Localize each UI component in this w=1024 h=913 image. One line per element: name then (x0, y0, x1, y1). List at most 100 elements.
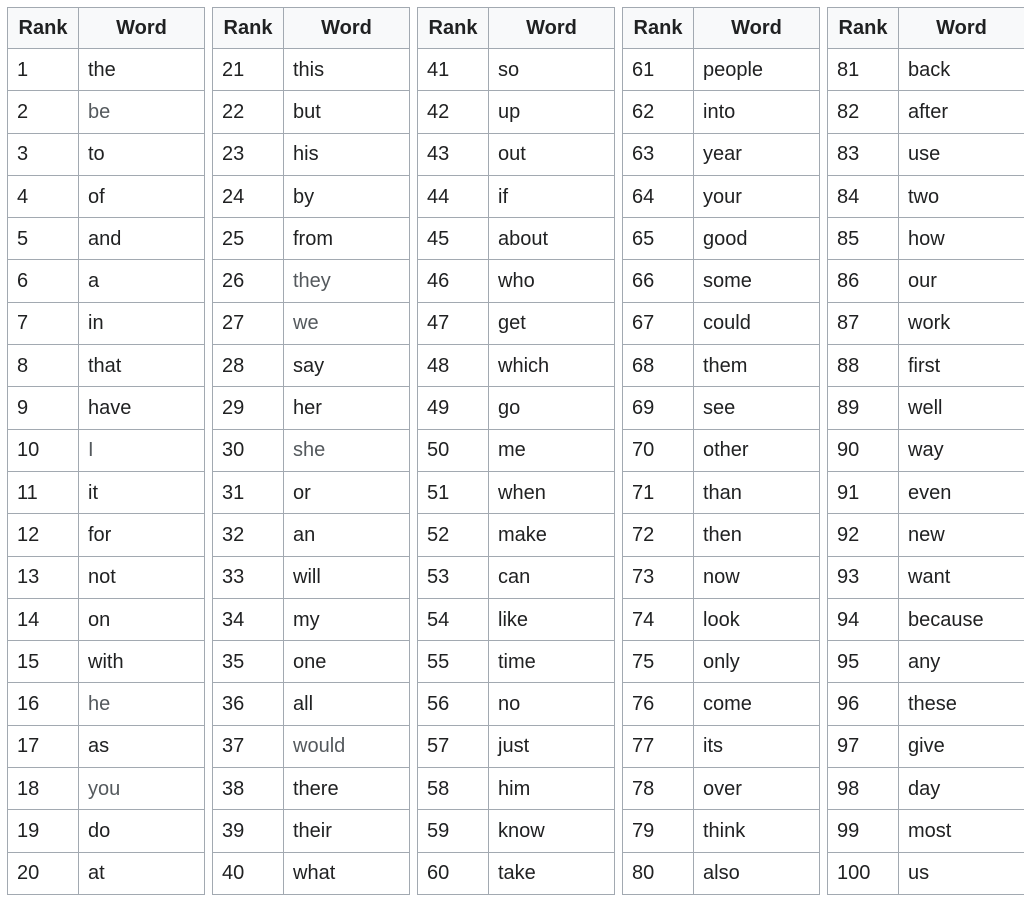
rank-cell: 53 (417, 555, 489, 599)
word-cell: of (78, 174, 205, 219)
rank-cell: 15 (7, 640, 79, 684)
word-cell: after (898, 90, 1024, 134)
table-row: 48 which (417, 344, 615, 388)
rank-cell: 91 (827, 470, 899, 515)
word-link[interactable]: she (283, 428, 410, 472)
word-cell: day (898, 767, 1024, 811)
table-row: 33 will (212, 555, 410, 599)
rank-cell: 84 (827, 174, 899, 219)
rank-cell: 99 (827, 809, 899, 853)
word-link[interactable]: he (78, 682, 205, 726)
table-row: 54 like (417, 597, 615, 642)
table-row: 17 as (7, 724, 205, 769)
table-row: 44 if (417, 174, 615, 219)
rank-cell: 26 (212, 259, 284, 303)
table-row: 26 they (212, 259, 410, 303)
table-row: 27 we (212, 301, 410, 346)
rank-cell: 44 (417, 174, 489, 219)
table-row: 88 first (827, 344, 1024, 388)
rank-cell: 48 (417, 344, 489, 388)
rank-cell: 46 (417, 259, 489, 303)
table-row: 62 into (622, 90, 820, 134)
word-cell: your (693, 174, 820, 219)
rank-cell: 87 (827, 301, 899, 346)
word-cell: want (898, 555, 1024, 599)
table-row: 95 any (827, 640, 1024, 684)
table-row: 57 just (417, 724, 615, 769)
rank-cell: 31 (212, 470, 284, 515)
rank-cell: 59 (417, 809, 489, 853)
word-cell: than (693, 470, 820, 515)
table-row: 32 an (212, 513, 410, 557)
rank-cell: 19 (7, 809, 79, 853)
table-row: 53 can (417, 555, 615, 599)
table-row: 30 she (212, 428, 410, 472)
word-link[interactable]: we (283, 301, 410, 346)
word-cell: do (78, 809, 205, 853)
table-row: 11 it (7, 470, 205, 515)
word-cell: most (898, 809, 1024, 853)
rank-cell: 47 (417, 301, 489, 346)
word-column-header: Word (283, 7, 410, 49)
rank-cell: 86 (827, 259, 899, 303)
word-cell: take (488, 851, 615, 895)
word-cell: out (488, 132, 615, 176)
table-row: 87 work (827, 301, 1024, 346)
rank-cell: 74 (622, 597, 694, 642)
word-cell: get (488, 301, 615, 346)
word-cell: think (693, 809, 820, 853)
rank-cell: 55 (417, 640, 489, 684)
word-column-header: Word (693, 7, 820, 49)
table-row: 52 make (417, 513, 615, 557)
rank-cell: 51 (417, 470, 489, 515)
table-row: 9 have (7, 386, 205, 430)
rank-cell: 64 (622, 174, 694, 219)
word-cell: when (488, 470, 615, 515)
table-row: 43 out (417, 132, 615, 176)
table-row: 38 there (212, 767, 410, 811)
rank-cell: 42 (417, 90, 489, 134)
rank-cell: 41 (417, 47, 489, 92)
word-cell: with (78, 640, 205, 684)
rank-cell: 82 (827, 90, 899, 134)
table-row: 20 at (7, 851, 205, 895)
word-cell: year (693, 132, 820, 176)
word-link[interactable]: they (283, 259, 410, 303)
rank-cell: 69 (622, 386, 694, 430)
table-row: 74 look (622, 597, 820, 642)
rank-cell: 90 (827, 428, 899, 472)
rank-cell: 88 (827, 344, 899, 388)
table-row: 65 good (622, 217, 820, 261)
table-row: 2 be (7, 90, 205, 134)
rank-cell: 3 (7, 132, 79, 176)
word-rank-table-5: Rank Word 81 back 82 after 83 use 84 two 85 how 86… (827, 7, 1024, 895)
word-link[interactable]: I (78, 428, 205, 472)
rank-cell: 10 (7, 428, 79, 472)
word-cell: a (78, 259, 205, 303)
word-cell: go (488, 386, 615, 430)
table-row: 85 how (827, 217, 1024, 261)
table-row: 18 you (7, 767, 205, 811)
rank-cell: 7 (7, 301, 79, 346)
rank-cell: 11 (7, 470, 79, 515)
word-link[interactable]: would (283, 724, 410, 769)
word-cell: over (693, 767, 820, 811)
word-cell: his (283, 132, 410, 176)
rank-cell: 9 (7, 386, 79, 430)
rank-cell: 45 (417, 217, 489, 261)
table-row: 50 me (417, 428, 615, 472)
table-row: 39 their (212, 809, 410, 853)
word-cell: or (283, 470, 410, 515)
word-link[interactable]: be (78, 90, 205, 134)
rank-cell: 56 (417, 682, 489, 726)
table-row: 28 say (212, 344, 410, 388)
table-row: 83 use (827, 132, 1024, 176)
word-cell: well (898, 386, 1024, 430)
table-row: 5 and (7, 217, 205, 261)
table-row: 49 go (417, 386, 615, 430)
table-row: 78 over (622, 767, 820, 811)
rank-cell: 30 (212, 428, 284, 472)
rank-cell: 27 (212, 301, 284, 346)
table-row: 63 year (622, 132, 820, 176)
word-link[interactable]: you (78, 767, 205, 811)
